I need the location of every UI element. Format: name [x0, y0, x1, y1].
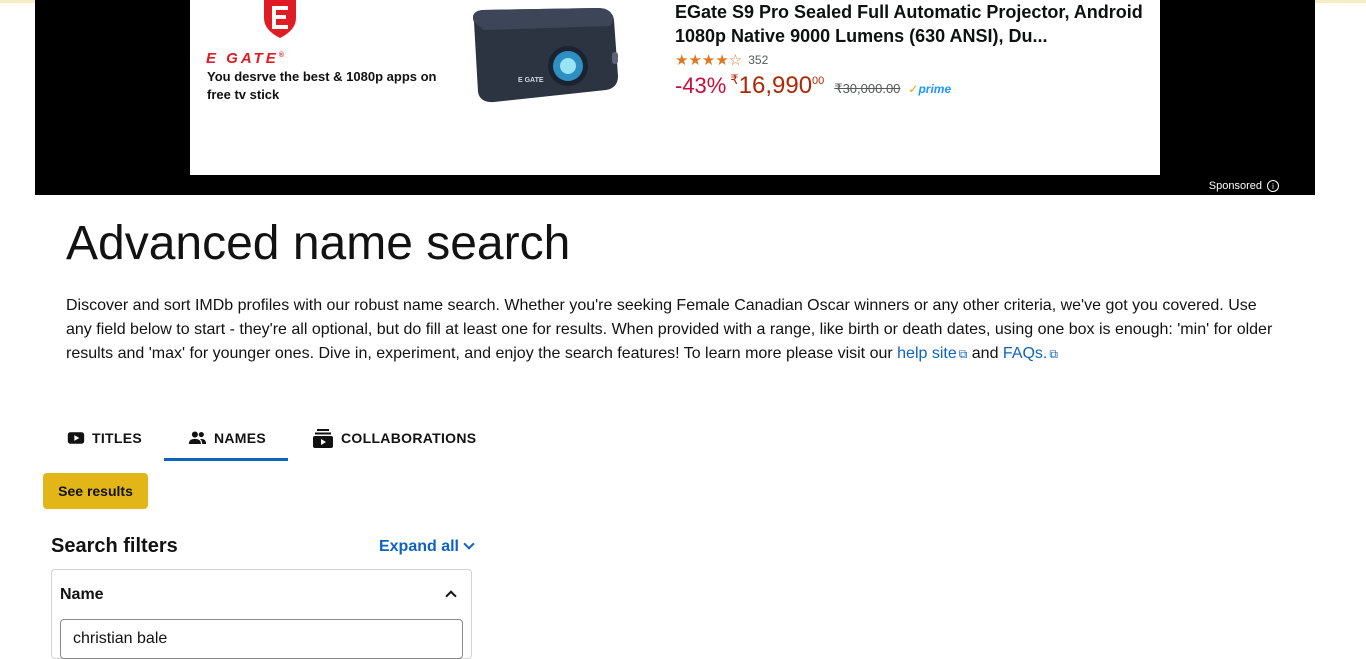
ad-mrp: ₹30,000.00 [834, 81, 901, 96]
rating-stars-icon: ★★★★☆ [675, 52, 743, 69]
chevron-down-icon [463, 538, 475, 550]
external-link-icon: ⧉ [1049, 347, 1058, 361]
expand-all-button[interactable]: Expand all [379, 538, 475, 556]
sponsored-label[interactable]: Sponsored i [1209, 180, 1279, 192]
name-filter-panel: Name [51, 569, 472, 659]
name-filter-label[interactable]: Name [60, 586, 104, 604]
ad-discount: -43% [675, 73, 727, 98]
search-type-tabs: TITLES NAMES COLLABORATIONS [43, 418, 498, 461]
ad-review-count: 352 [748, 53, 769, 67]
search-filters-title: Search filters [51, 535, 178, 557]
external-link-icon: ⧉ [958, 347, 968, 361]
projector-image[interactable]: E GATE [460, 4, 620, 106]
chevron-up-icon[interactable] [445, 590, 457, 602]
svg-text:E GATE: E GATE [518, 77, 544, 84]
ad-brand-tagline: You desrve the best & 1080p apps on free… [207, 69, 437, 102]
egate-logo-icon [264, 0, 296, 38]
tab-titles[interactable]: TITLES [43, 418, 164, 458]
faqs-link[interactable]: FAQs. ⧉ [1003, 345, 1058, 362]
intro-text: Discover and sort IMDb profiles with our… [66, 294, 1286, 366]
search-filters-header: Search filters Expand all [51, 535, 475, 558]
see-results-button[interactable]: See results [43, 473, 148, 509]
sponsored-ad-banner[interactable]: E GATE® You desrve the best & 1080p apps… [35, 0, 1315, 195]
page-title: Advanced name search [66, 217, 571, 270]
people-icon [188, 431, 207, 445]
ad-price: ₹16,99000 [730, 72, 825, 99]
prime-badge: ✓prime [908, 82, 952, 96]
tab-names[interactable]: NAMES [164, 418, 288, 461]
video-icon [67, 432, 85, 444]
tab-collaborations[interactable]: COLLABORATIONS [288, 418, 498, 458]
ad-rating: ★★★★☆ 352 [675, 51, 768, 69]
ad-product-title[interactable]: EGate S9 Pro Sealed Full Automatic Proje… [675, 0, 1145, 48]
info-icon[interactable]: i [1267, 180, 1279, 192]
help-site-link[interactable]: help site ⧉ [897, 345, 967, 362]
ad-card[interactable]: E GATE® You desrve the best & 1080p apps… [190, 0, 1160, 175]
name-search-input[interactable] [60, 619, 463, 659]
ad-price-row: -43% ₹16,99000 ₹30,000.00 ✓prime [675, 72, 951, 100]
ad-brand-name: E GATE® [206, 50, 284, 67]
collections-icon [313, 429, 333, 448]
